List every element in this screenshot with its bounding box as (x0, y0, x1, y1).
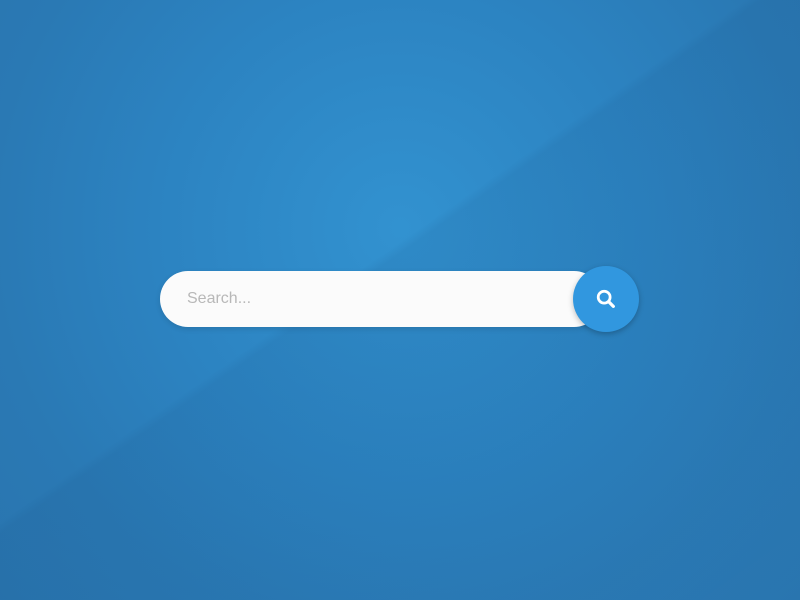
search-button[interactable] (573, 266, 639, 332)
page-background (0, 0, 800, 600)
search-field-container (160, 271, 602, 327)
search-input[interactable] (187, 271, 547, 327)
search-icon (596, 289, 615, 308)
search-bar (160, 266, 640, 332)
